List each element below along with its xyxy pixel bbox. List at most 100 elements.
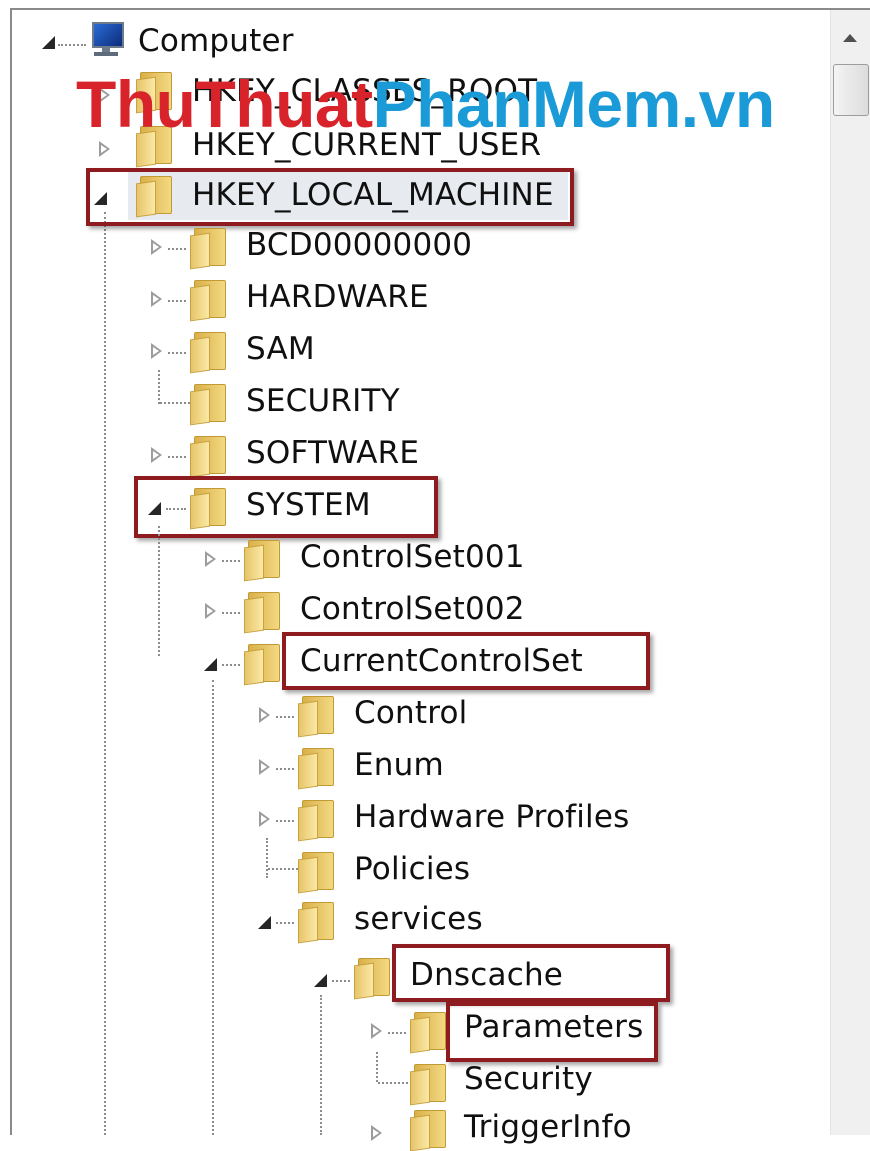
expand-bcd-icon[interactable] <box>150 238 164 256</box>
folder-icon <box>298 852 334 894</box>
highlight-box-ccs <box>282 632 650 690</box>
tree-item-label: Security <box>464 1061 593 1097</box>
expand-parameters-icon[interactable] <box>370 1022 384 1040</box>
expand-services-icon[interactable] <box>258 914 272 932</box>
folder-icon <box>298 696 334 738</box>
tree-hline <box>58 44 86 46</box>
tree-item-triggerinfo[interactable]: TriggerInfo <box>464 1104 632 1150</box>
tree-line-hklm <box>104 212 106 1135</box>
tree-line-dnscache <box>320 995 322 1135</box>
tree-item-hardware[interactable]: HARDWARE <box>246 274 429 320</box>
tree-hline <box>268 868 298 870</box>
tree-hline <box>168 300 186 302</box>
tree-item-label: Computer <box>138 23 294 59</box>
tree-item-enum[interactable]: Enum <box>354 742 444 788</box>
folder-icon <box>298 748 334 790</box>
tree-item-controlset001[interactable]: ControlSet001 <box>300 534 525 580</box>
tree-hline <box>332 980 350 982</box>
tree-item-label: ControlSet001 <box>300 539 525 575</box>
tree-hline <box>160 402 190 404</box>
tree-hline <box>276 768 294 770</box>
tree-line-policies <box>266 838 268 878</box>
folder-icon <box>354 958 390 1000</box>
tree-item-sam[interactable]: SAM <box>246 326 315 372</box>
tree-item-security-2[interactable]: Security <box>464 1056 593 1102</box>
tree-hline <box>222 664 240 666</box>
expand-software-icon[interactable] <box>150 446 164 464</box>
tree-item-services[interactable]: services <box>354 896 483 942</box>
tree-item-label: SOFTWARE <box>246 435 420 471</box>
folder-icon <box>298 902 334 944</box>
pane-border-top <box>10 8 870 10</box>
tree-item-label: Enum <box>354 747 444 783</box>
expand-cs1-icon[interactable] <box>204 550 218 568</box>
tree-item-label: Hardware Profiles <box>354 799 630 835</box>
tree-hline <box>276 922 294 924</box>
pane-border-left <box>10 8 12 1135</box>
tree-hline <box>222 612 240 614</box>
folder-icon <box>410 1110 446 1151</box>
tree-item-label: Control <box>354 695 468 731</box>
highlight-box-parameters <box>446 1002 658 1062</box>
tree-hline <box>276 820 294 822</box>
tree-item-bcd[interactable]: BCD00000000 <box>246 222 472 268</box>
folder-icon <box>190 280 226 322</box>
watermark-logo: ThuThuatPhanMem.vn <box>76 67 775 141</box>
tree-item-hardware-profiles[interactable]: Hardware Profiles <box>354 794 629 840</box>
tree-hline <box>276 716 294 718</box>
tree-line-ccs <box>212 680 214 1135</box>
tree-item-label: SAM <box>246 331 315 367</box>
tree-line-security <box>158 370 160 404</box>
expand-computer-icon[interactable] <box>42 34 56 52</box>
tree-item-label: TriggerInfo <box>464 1109 632 1145</box>
tree-line-security2 <box>376 1052 378 1082</box>
expand-hardware-icon[interactable] <box>150 290 164 308</box>
computer-icon <box>88 22 124 58</box>
expand-triggerinfo-icon[interactable] <box>370 1124 384 1142</box>
tree-hline <box>168 248 186 250</box>
folder-icon <box>298 800 334 842</box>
tree-hline <box>378 1082 408 1084</box>
tree-item-label: HARDWARE <box>246 279 429 315</box>
expand-ccs-icon[interactable] <box>204 656 218 674</box>
tree-hline <box>388 1032 406 1034</box>
expand-control-icon[interactable] <box>258 706 272 724</box>
tree-item-label: SECURITY <box>246 383 400 419</box>
folder-icon <box>410 1064 446 1106</box>
folder-icon <box>410 1012 446 1054</box>
expand-hkcu-icon[interactable] <box>98 140 112 158</box>
tree-hline <box>222 560 240 562</box>
folder-icon <box>190 384 226 426</box>
highlight-box-hklm <box>86 168 574 226</box>
scroll-up-arrow-icon[interactable] <box>830 18 870 58</box>
expand-dnscache-icon[interactable] <box>314 972 328 990</box>
expand-hwprofiles-icon[interactable] <box>258 810 272 828</box>
folder-icon <box>190 436 226 478</box>
tree-item-label: services <box>354 901 483 937</box>
tree-item-policies[interactable]: Policies <box>354 846 470 892</box>
tree-item-label: Policies <box>354 851 471 887</box>
tree-item-control[interactable]: Control <box>354 690 467 736</box>
tree-item-computer[interactable]: Computer <box>138 18 294 64</box>
expand-cs2-icon[interactable] <box>204 602 218 620</box>
registry-tree-pane: Computer HKEY_CLASSES_ROOT HKEY_CURRENT_… <box>0 0 870 1151</box>
folder-icon <box>244 644 280 686</box>
folder-icon <box>244 592 280 634</box>
scrollbar-thumb[interactable] <box>833 64 869 116</box>
expand-sam-icon[interactable] <box>150 342 164 360</box>
highlight-box-system <box>134 476 438 538</box>
tree-hline <box>168 456 186 458</box>
tree-item-controlset002[interactable]: ControlSet002 <box>300 586 525 632</box>
tree-item-software[interactable]: SOFTWARE <box>246 430 419 476</box>
folder-icon <box>190 228 226 270</box>
vertical-scrollbar[interactable] <box>830 10 870 1135</box>
tree-hline <box>168 352 186 354</box>
highlight-box-dnscache <box>392 944 670 1002</box>
tree-item-label: ControlSet002 <box>300 591 525 627</box>
folder-icon <box>190 332 226 374</box>
folder-icon <box>244 540 280 582</box>
tree-line-system <box>158 526 160 656</box>
expand-enum-icon[interactable] <box>258 758 272 776</box>
tree-item-label: BCD00000000 <box>246 227 473 263</box>
tree-item-security[interactable]: SECURITY <box>246 378 400 424</box>
